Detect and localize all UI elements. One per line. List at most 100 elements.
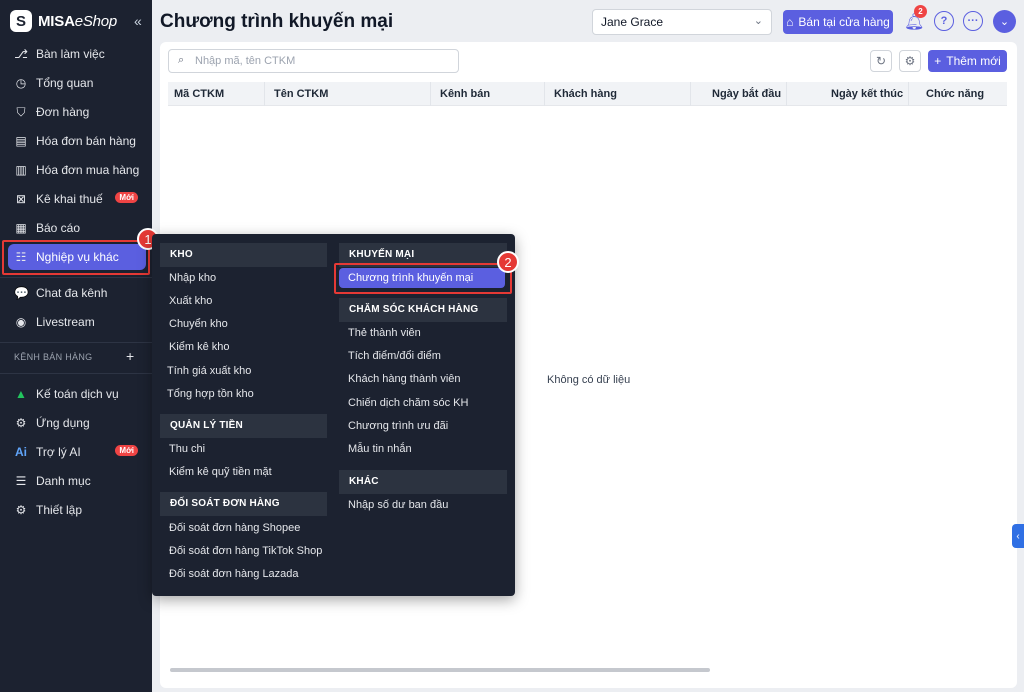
expand-panel-icon[interactable]: ‹ xyxy=(1012,524,1024,548)
livestream-icon: ◉ xyxy=(15,315,27,329)
purchase-invoice-icon: ▥ xyxy=(15,163,27,177)
column-separator xyxy=(544,82,545,106)
menu-item-chien-dich[interactable]: Chiến dịch chăm sóc KH xyxy=(348,397,468,409)
sidebar-divider xyxy=(0,373,152,374)
menu-item-tinh-gia-xuat-kho[interactable]: Tính giá xuất kho xyxy=(167,365,251,377)
menu-item-chuong-trinh-uu-dai[interactable]: Chương trình ưu đãi xyxy=(348,420,448,432)
column-separator xyxy=(264,82,265,106)
avatar[interactable]: ⌄ xyxy=(993,10,1016,33)
column-separator xyxy=(430,82,431,106)
search-input[interactable]: ⌕ Nhập mã, tên CTKM xyxy=(168,49,459,73)
sidebar-item-livestream[interactable]: ◉ Livestream xyxy=(8,309,146,335)
help-icon[interactable]: ? xyxy=(934,11,954,31)
sidebar-item-label: Hóa đơn bán hàng xyxy=(36,134,136,148)
menu-item-mau-tin-nhan[interactable]: Mẫu tin nhắn xyxy=(348,443,412,455)
refresh-icon: ↻ xyxy=(875,54,887,68)
sidebar-item-ban-lam-viec[interactable]: ⎇ Bàn làm việc xyxy=(8,41,146,67)
logo-brand: MISA xyxy=(38,12,75,30)
column-header[interactable]: Kênh bán xyxy=(440,88,490,100)
sidebar-item-hoa-don-ban-hang[interactable]: ▤ Hóa đơn bán hàng xyxy=(8,128,146,154)
report-icon: ▦ xyxy=(15,221,27,235)
sidebar-item-don-hang[interactable]: ⛉ Đơn hàng xyxy=(8,99,146,125)
sidebar-item-danh-muc[interactable]: ☰ Danh mục xyxy=(8,468,146,494)
ai-icon: Ai xyxy=(15,445,27,459)
sidebar-item-thiet-lap[interactable]: ⚙ Thiết lập xyxy=(8,497,146,523)
step-2-badge: 2 xyxy=(497,251,519,273)
sidebar-item-label: Báo cáo xyxy=(36,221,81,235)
menu-item-nhap-kho[interactable]: Nhập kho xyxy=(169,272,216,284)
logo-text: MISAeShop xyxy=(38,13,117,30)
accounting-icon: ▲ xyxy=(15,387,27,401)
chat-icon: 💬 xyxy=(14,286,29,300)
menu-item-kiem-ke-quy[interactable]: Kiểm kê quỹ tiền mặt xyxy=(169,466,272,478)
menu-item-tich-diem[interactable]: Tích điểm/đổi điểm xyxy=(348,350,441,362)
sidebar-item-ung-dung[interactable]: ⚙ Ứng dụng xyxy=(8,410,146,436)
column-separator xyxy=(690,82,691,106)
menu-group-kho: KHO xyxy=(160,243,327,267)
collapse-sidebar-icon[interactable]: « xyxy=(134,13,142,29)
sidebar-item-label: Livestream xyxy=(36,315,95,329)
sidebar-item-label: Chat đa kênh xyxy=(36,286,108,300)
menu-item-khach-hang-thanh-vien[interactable]: Khách hàng thành viên xyxy=(348,373,461,385)
sidebar-item-label: Tổng quan xyxy=(36,76,94,90)
add-new-button[interactable]: + Thêm mới xyxy=(928,50,1007,72)
column-header[interactable]: Ngày bắt đầu xyxy=(712,88,781,100)
logo[interactable]: S MISAeShop xyxy=(10,10,117,32)
sidebar-item-label: Trợ lý AI xyxy=(36,445,81,459)
notification-count-badge: 2 xyxy=(914,5,927,18)
column-settings-button[interactable]: ⚙ xyxy=(899,50,921,72)
apps-icon: ⚙ xyxy=(15,416,27,430)
sidebar-item-label: Bàn làm việc xyxy=(36,47,105,61)
sidebar-item-tong-quan[interactable]: ◷ Tổng quan xyxy=(8,70,146,96)
menu-item-kiem-ke-kho[interactable]: Kiểm kê kho xyxy=(169,341,230,353)
menu-item-chuyen-kho[interactable]: Chuyển kho xyxy=(169,318,228,330)
sidebar-item-hoa-don-mua-hang[interactable]: ▥ Hóa đơn mua hàng xyxy=(8,157,146,183)
logo-product: eShop xyxy=(74,12,118,30)
store-icon: ⌂ xyxy=(786,15,794,29)
list-icon: ☰ xyxy=(15,474,27,488)
more-icon[interactable]: ··· xyxy=(963,11,983,31)
sidebar-item-tro-ly-ai[interactable]: Ai Trợ lý AI Mới xyxy=(8,439,146,465)
gear-icon: ⚙ xyxy=(904,54,916,68)
workspace-icon: ⎇ xyxy=(14,47,28,61)
sell-at-store-button[interactable]: ⌂ Bán tại cửa hàng xyxy=(783,10,893,34)
sidebar-item-label: Thiết lập xyxy=(36,503,83,517)
column-header[interactable]: Tên CTKM xyxy=(274,88,328,100)
menu-item-thu-chi[interactable]: Thu chi xyxy=(169,443,205,455)
sidebar-item-ke-khai-thue[interactable]: ⊠ Kê khai thuế Mới xyxy=(8,186,146,212)
column-header[interactable]: Ngày kết thúc xyxy=(831,88,903,100)
column-separator xyxy=(786,82,787,106)
refresh-button[interactable]: ↻ xyxy=(870,50,892,72)
add-channel-icon[interactable]: + xyxy=(126,348,134,364)
sidebar-item-bao-cao[interactable]: ▦ Báo cáo xyxy=(8,215,146,241)
menu-item-the-thanh-vien[interactable]: Thẻ thành viên xyxy=(348,327,421,339)
sidebar-item-label: Kế toán dịch vụ xyxy=(36,387,119,401)
header: Chương trình khuyến mại Jane Grace ⌄ ⌂ B… xyxy=(152,0,1024,42)
menu-item-doi-soat-lazada[interactable]: Đối soát đơn hàng Lazada xyxy=(169,568,299,580)
menu-item-nhap-so-du[interactable]: Nhập số dư ban đầu xyxy=(348,499,448,511)
sidebar-item-label: Kê khai thuế xyxy=(36,192,103,206)
sidebar-item-label: Hóa đơn mua hàng xyxy=(36,163,140,177)
user-select-value: Jane Grace xyxy=(601,15,664,29)
column-header[interactable]: Chức năng xyxy=(926,88,984,100)
empty-state-text: Không có dữ liệu xyxy=(547,374,631,386)
horizontal-scrollbar[interactable] xyxy=(170,668,710,672)
user-select[interactable]: Jane Grace ⌄ xyxy=(592,9,772,35)
menu-item-doi-soat-tiktok[interactable]: Đối soát đơn hàng TikTok Shop xyxy=(169,545,322,557)
column-header[interactable]: Khách hàng xyxy=(554,88,617,100)
menu-item-xuat-kho[interactable]: Xuất kho xyxy=(169,295,212,307)
sidebar-item-label: Đơn hàng xyxy=(36,105,90,119)
chevron-down-icon: ⌄ xyxy=(999,16,1010,28)
menu-item-doi-soat-shopee[interactable]: Đối soát đơn hàng Shopee xyxy=(169,522,300,534)
sidebar-item-chat-da-kenh[interactable]: 💬 Chat đa kênh xyxy=(8,280,146,306)
menu-item-tong-hop-ton-kho[interactable]: Tổng hợp tồn kho xyxy=(167,388,254,400)
plus-icon: + xyxy=(934,54,942,68)
menu-group-doi-soat: ĐỐI SOÁT ĐƠN HÀNG xyxy=(160,492,327,516)
logo-icon: S xyxy=(10,10,32,32)
table-header: Mã CTKM Tên CTKM Kênh bán Khách hàng Ngà… xyxy=(168,82,1007,106)
add-new-label: Thêm mới xyxy=(946,54,1001,68)
sidebar-item-ke-toan-dich-vu[interactable]: ▲ Kế toán dịch vụ xyxy=(8,381,146,407)
sidebar: S MISAeShop « ⎇ Bàn làm việc ◷ Tổng quan… xyxy=(0,0,152,692)
step-2-highlight xyxy=(334,263,512,294)
column-header[interactable]: Mã CTKM xyxy=(174,88,224,100)
